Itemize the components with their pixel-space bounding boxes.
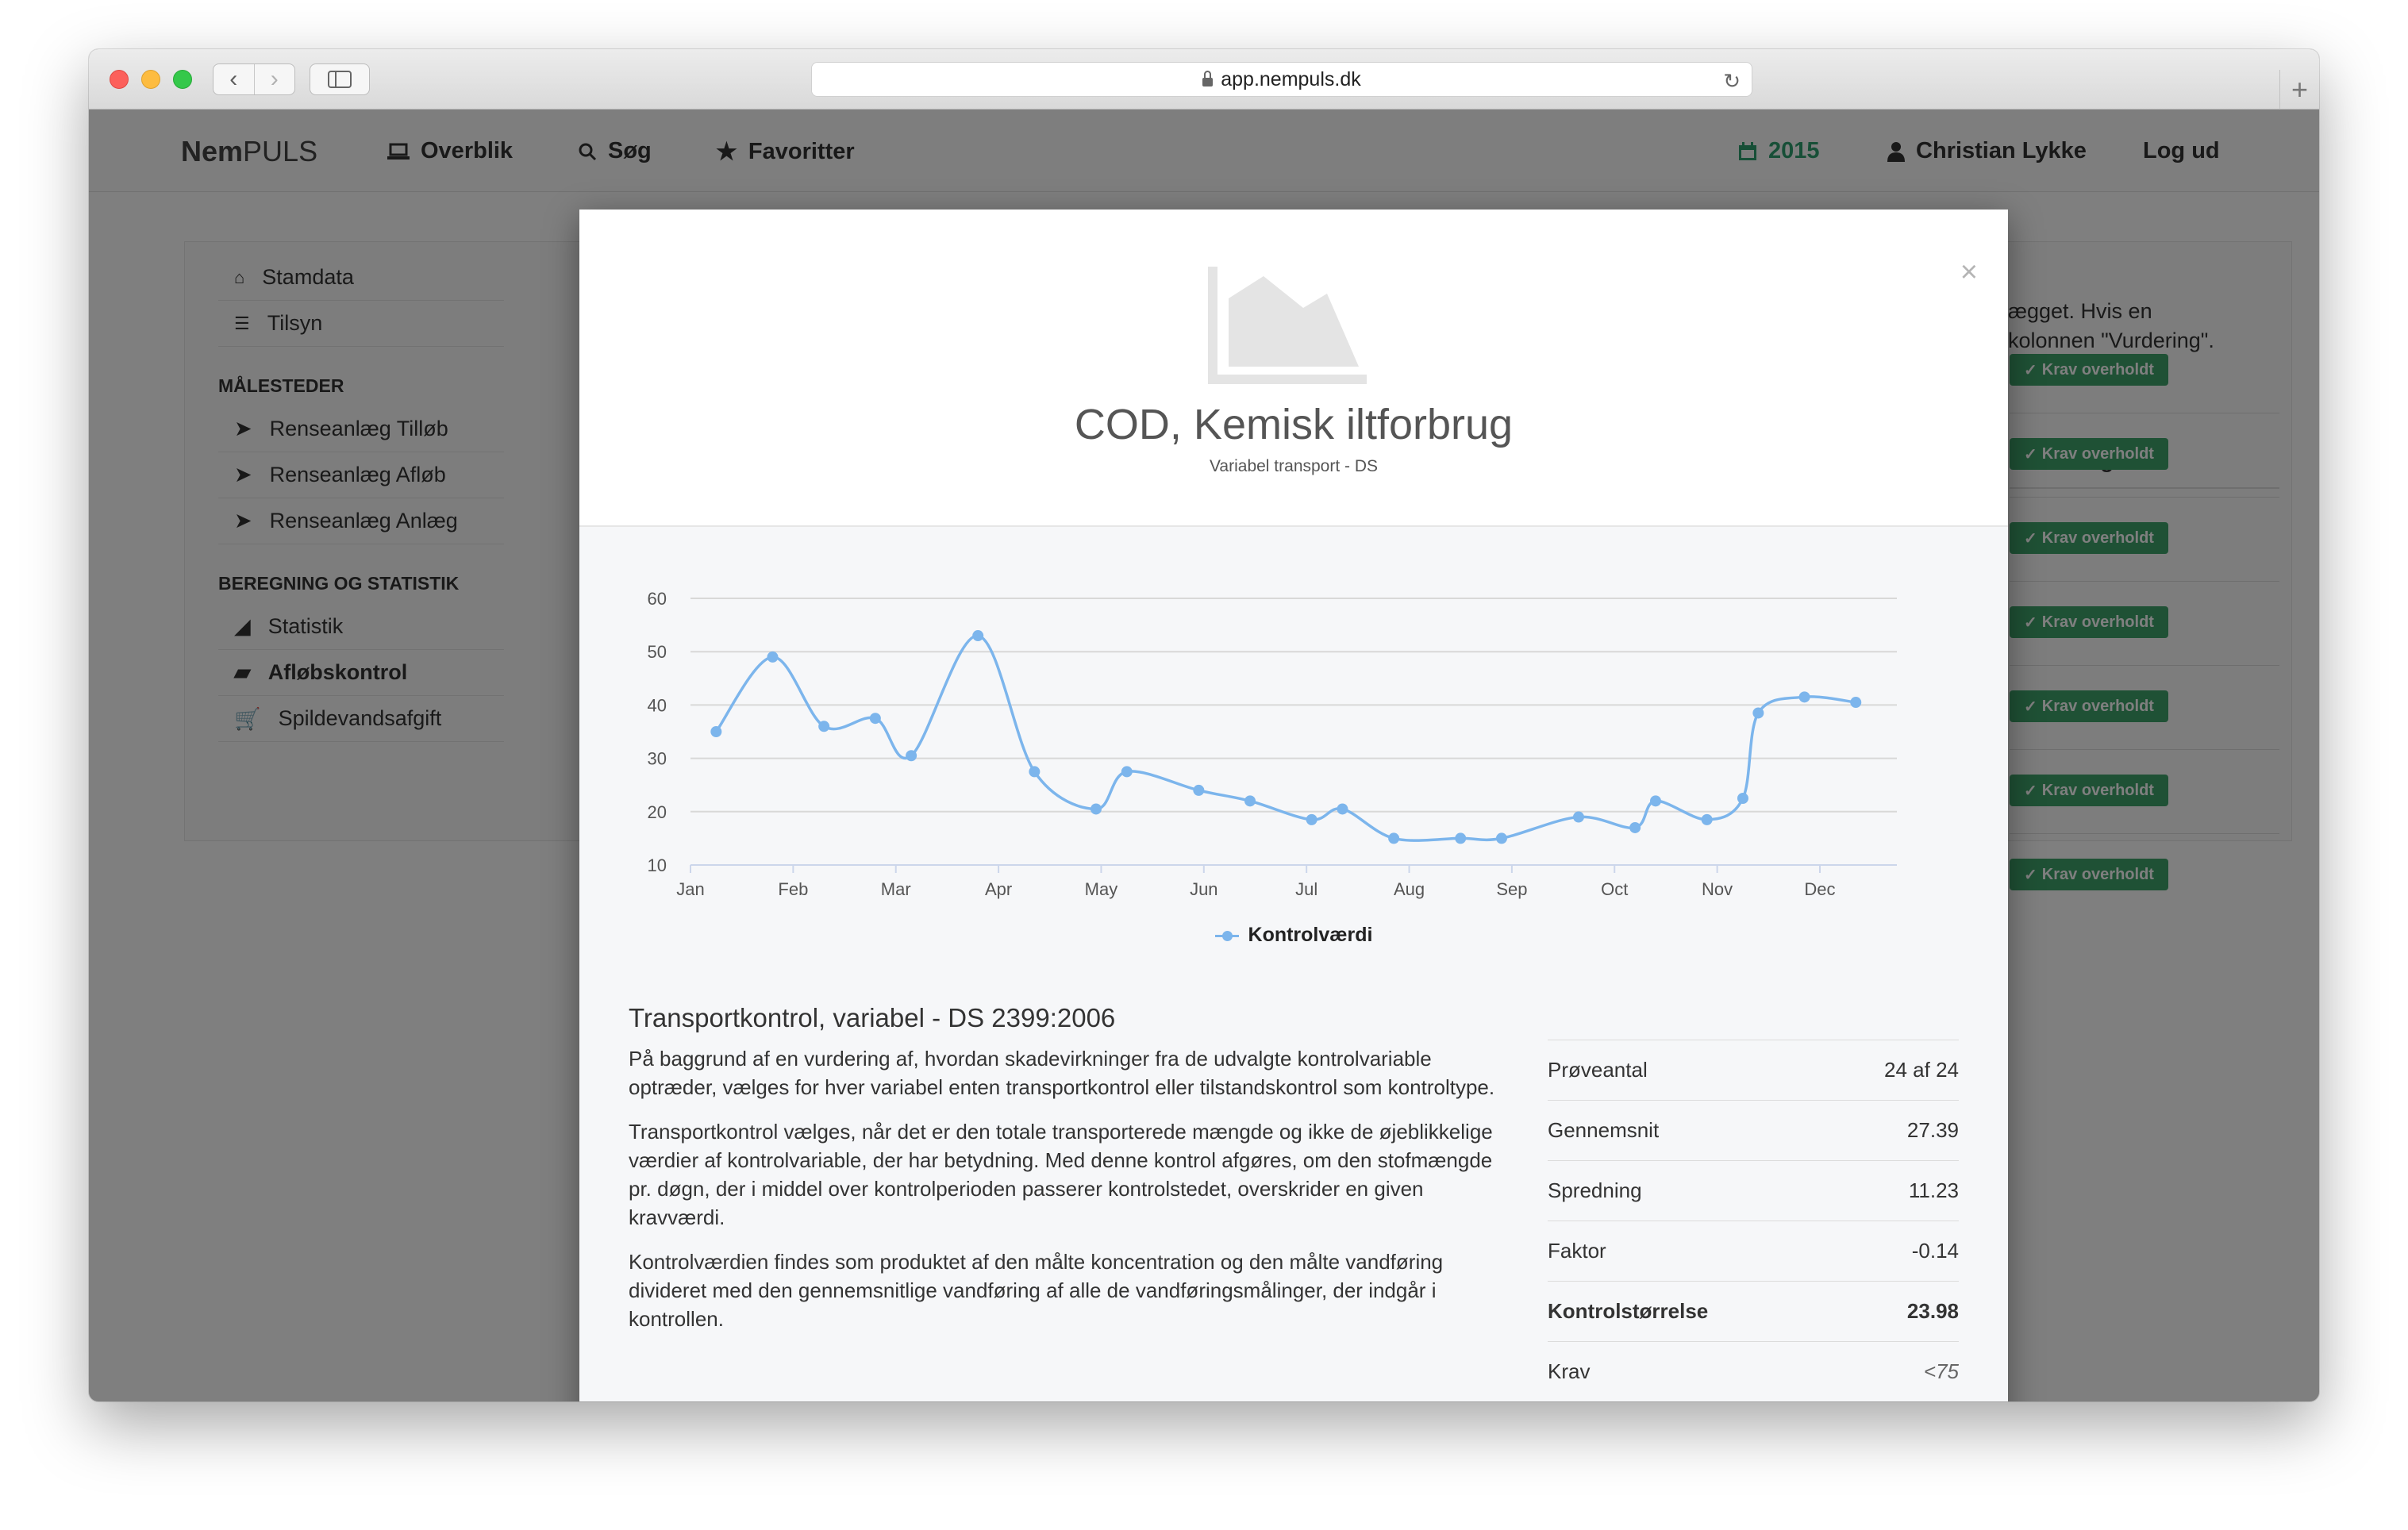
description-paragraph: På baggrund af en vurdering af, hvordan … — [629, 1047, 1495, 1099]
series-line — [714, 634, 1856, 842]
data-point — [1650, 795, 1661, 807]
sidebar-toggle-icon[interactable] — [310, 63, 370, 95]
stat-row-proveantal: Prøveantal 24 af 24 — [1548, 1040, 1959, 1100]
x-tick-label: Feb — [778, 879, 808, 899]
x-tick-label: Nov — [1702, 879, 1733, 899]
x-tick-label: Dec — [1804, 879, 1835, 899]
data-point — [972, 630, 984, 642]
new-tab-icon[interactable]: + — [2279, 70, 2319, 110]
description-paragraph: Transportkontrol vælges, når det er den … — [629, 1120, 1493, 1229]
line-chart: 10 20 30 40 50 60 Jan Feb Mar Apr May Jun Jul Aug Sep O… — [648, 589, 1897, 899]
legend-marker-icon — [1214, 930, 1239, 941]
reload-icon[interactable]: ↻ — [1723, 69, 1741, 94]
data-point — [1121, 766, 1133, 778]
stats-table: Prøveantal 24 af 24 Gennemsnit 27.39 Spred… — [1548, 1040, 1959, 1401]
stat-row-krav: Krav <75 — [1548, 1341, 1959, 1401]
stat-row-faktor: Faktor -0.14 — [1548, 1221, 1959, 1281]
browser-titlebar: ‹ › app.nempuls.dk ↻ + — [89, 49, 2319, 110]
close-icon[interactable]: × — [1960, 256, 1978, 290]
modal-title: COD, Kemisk iltforbrug — [1074, 401, 1514, 448]
data-point — [1306, 813, 1317, 825]
minimize-window-button[interactable] — [141, 70, 160, 89]
data-point — [1572, 811, 1584, 823]
data-point — [1701, 813, 1713, 825]
data-point — [1337, 803, 1348, 815]
data-point — [906, 750, 917, 762]
chart-legend[interactable]: Kontrolværdi — [579, 924, 2008, 947]
data-point — [1798, 691, 1810, 703]
data-point — [1193, 784, 1205, 796]
modal-subtitle: Variabel transport - DS — [1209, 457, 1379, 475]
description-paragraph: Kontrolværdien findes som produktet af d… — [629, 1250, 1444, 1331]
forward-icon[interactable]: › — [253, 64, 295, 94]
data-point — [1495, 832, 1507, 844]
modal-header: × COD, Kemisk iltforbrug Variabel transp… — [579, 210, 2008, 527]
zoom-window-button[interactable] — [173, 70, 192, 89]
data-point — [818, 721, 830, 732]
description: På baggrund af en vurdering af, hvordan … — [629, 1044, 1510, 1349]
x-tick-label: Jul — [1295, 879, 1317, 899]
area-chart-icon — [1208, 267, 1367, 384]
data-point — [1244, 795, 1256, 807]
y-tick-label: 50 — [648, 642, 667, 662]
data-point — [1752, 707, 1764, 719]
stat-row-gennemsnit: Gennemsnit 27.39 — [1548, 1100, 1959, 1160]
data-point — [1388, 832, 1400, 844]
close-window-button[interactable] — [110, 70, 129, 89]
y-tick-label: 10 — [648, 855, 667, 875]
address-bar[interactable]: app.nempuls.dk ↻ — [811, 62, 1752, 97]
y-tick-label: 20 — [648, 802, 667, 822]
data-point — [1850, 697, 1862, 709]
x-tick-label: Mar — [881, 879, 911, 899]
x-tick-label: Jan — [676, 879, 704, 899]
browser-window: ‹ › app.nempuls.dk ↻ + NemPULS Overblik … — [89, 49, 2319, 1401]
x-tick-label: Aug — [1394, 879, 1425, 899]
lock-icon — [1202, 70, 1214, 86]
data-point — [1455, 832, 1467, 844]
x-tick-label: Oct — [1601, 879, 1628, 899]
back-icon[interactable]: ‹ — [213, 64, 254, 94]
legend-label: Kontrolværdi — [1248, 924, 1373, 946]
y-tick-label: 40 — [648, 695, 667, 715]
section-title: Transportkontrol, variabel - DS 2399:200… — [629, 1003, 1116, 1032]
data-point — [1090, 803, 1102, 815]
stat-row-kontrolstorrelse: Kontrolstørrelse 23.98 — [1548, 1281, 1959, 1341]
data-point — [1629, 821, 1641, 833]
data-point — [1737, 793, 1748, 804]
x-tick-label: Jun — [1190, 879, 1217, 899]
chart-modal: × COD, Kemisk iltforbrug Variabel transp… — [579, 210, 2008, 1401]
url-text: app.nempuls.dk — [1221, 67, 1361, 90]
data-point — [767, 651, 779, 663]
data-point — [869, 713, 881, 725]
y-tick-label: 30 — [648, 749, 667, 769]
history-buttons: ‹ › — [213, 63, 295, 95]
y-tick-label: 60 — [648, 589, 667, 609]
x-tick-label: Apr — [985, 879, 1012, 899]
data-point — [1029, 766, 1041, 778]
data-point — [710, 726, 722, 737]
x-tick-label: May — [1085, 879, 1118, 899]
x-tick-label: Sep — [1496, 879, 1527, 899]
stat-row-spredning: Spredning 11.23 — [1548, 1160, 1959, 1221]
